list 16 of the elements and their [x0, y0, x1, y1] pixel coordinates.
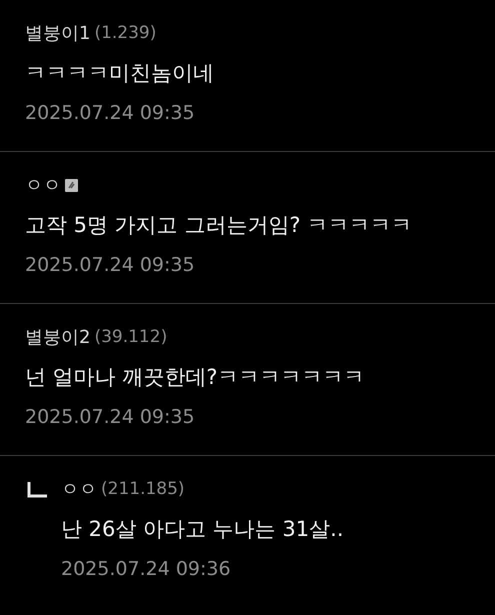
ip-address: (39.112)	[94, 327, 168, 347]
ip-address: (211.185)	[101, 479, 185, 499]
comment-author: 별붕이1	[25, 22, 90, 45]
comment-text: 넌 얼마나 깨끗한데?ㅋㅋㅋㅋㅋㅋㅋ	[25, 364, 364, 391]
comment-author: ㅇㅇ	[61, 478, 97, 501]
comment-date: 2025.07.24 09:35	[25, 405, 196, 430]
comment-date: 2025.07.24 09:35	[25, 101, 196, 126]
comment-text: ㅋㅋㅋㅋ미친놈이네	[25, 60, 214, 87]
comment-author: 별붕이2	[25, 326, 90, 349]
ip-address: (1.239)	[94, 23, 156, 43]
comment-author: ㅇㅇ	[25, 174, 61, 197]
comment-date: 2025.07.24 09:36	[61, 557, 232, 582]
comment-text: 난 26살 아다고 누나는 31살..	[61, 516, 344, 543]
member-badge-icon	[65, 178, 78, 192]
comment-text: 고작 5명 가지고 그러는거임? ㅋㅋㅋㅋㅋ	[25, 212, 412, 239]
comment-date: 2025.07.24 09:35	[25, 253, 196, 278]
